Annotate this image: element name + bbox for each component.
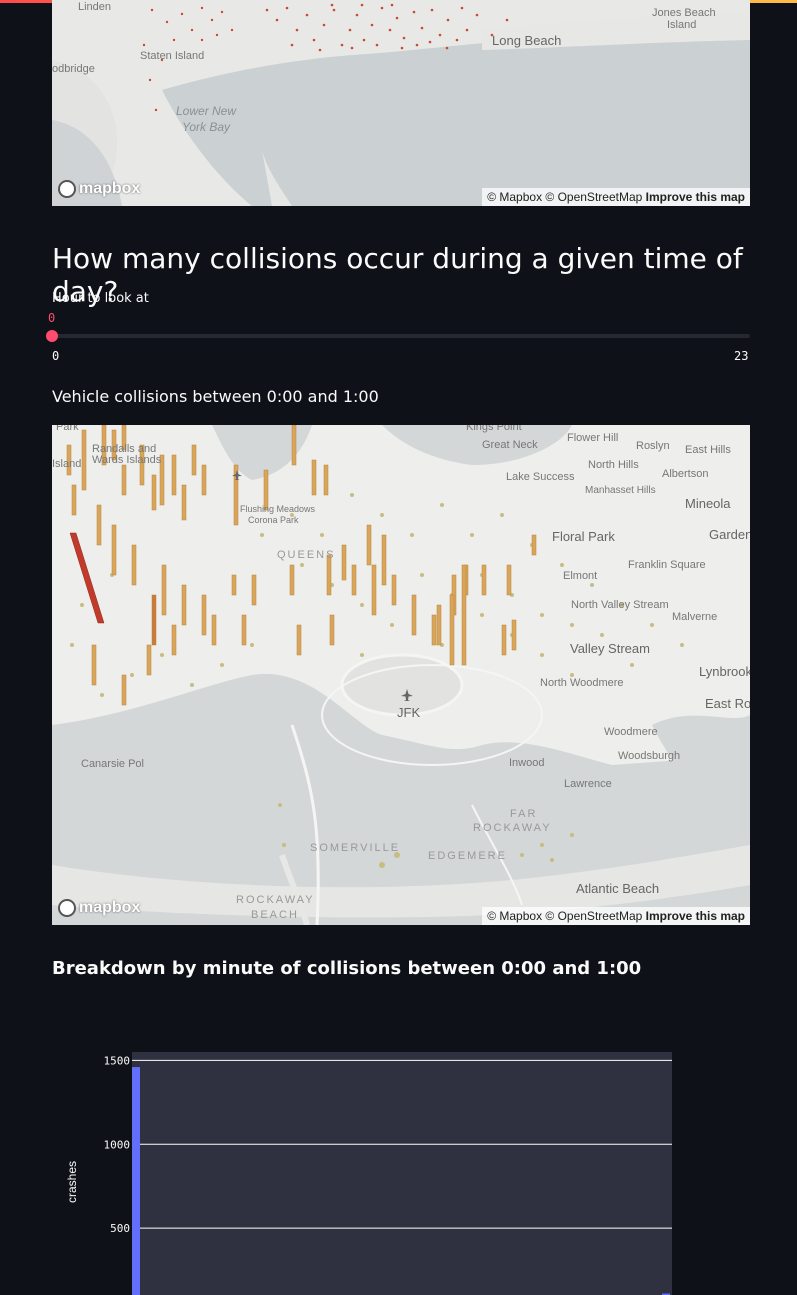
map2-label-great-neck: Great Neck	[482, 439, 538, 451]
y-tick-label: 500	[110, 1222, 130, 1235]
map2-label-east-rockaway: East Ro	[705, 696, 750, 711]
map2-label-far-rockaway: ROCKAWAY	[473, 822, 552, 834]
map-label-staten-island: Staten Island	[140, 50, 205, 62]
map2-label-wards: Wards Islands	[92, 454, 162, 466]
map2-label-valley-stream: Valley Stream	[570, 641, 650, 656]
map2-label-floral-park: Floral Park	[552, 529, 615, 544]
y-tick-label: 1000	[104, 1138, 131, 1151]
map2-label-garden: Garden	[709, 527, 750, 542]
map2-label-roslyn: Roslyn	[636, 440, 670, 452]
map-label-york-bay: York Bay	[182, 120, 231, 134]
map2-label-kings-point: Kings Point	[466, 425, 522, 433]
slider-label: Hour to look at	[52, 291, 149, 306]
map2-label-elmont: Elmont	[563, 570, 598, 582]
map2-label-rockaway: ROCKAWAY	[236, 894, 315, 906]
map2-label-atlantic-beach: Atlantic Beach	[576, 881, 660, 896]
map2-label-flower-hill: Flower Hill	[567, 432, 619, 444]
map2-label-nvs: North Valley Stream	[571, 599, 669, 611]
map-label-jones-beach: Jones Beach	[652, 7, 716, 19]
mapbox-logo[interactable]: mapbox	[58, 180, 140, 198]
hour-slider-thumb[interactable]	[46, 330, 58, 342]
section-title: How many collisions occur during a given…	[52, 242, 743, 308]
map2-label-island: Island	[52, 458, 82, 470]
slider-current-value: 0	[48, 311, 56, 325]
map2-label-flushing-2: Corona Park	[248, 515, 299, 525]
minute-breakdown-chart[interactable]: 500 1000 1500 crashes	[60, 1040, 700, 1295]
attribution-link-2[interactable]: © Mapbox © OpenStreetMap	[487, 909, 642, 923]
map-label-linden: Linden	[78, 1, 112, 13]
map-label-island: Island	[667, 19, 697, 31]
bar[interactable]	[132, 1067, 140, 1295]
map-top-canvas	[52, 0, 750, 206]
map2-label-queens: QUEENS	[277, 549, 336, 561]
map-label-long-beach: Long Beach	[492, 33, 562, 48]
map2-label-jfk: JFK	[397, 705, 421, 720]
map2-label-east-hills: East Hills	[685, 444, 731, 456]
map-3d-canvas	[52, 425, 750, 925]
collision-map-top[interactable]: Linden Staten Island odbridge Lower New …	[52, 0, 750, 206]
map2-label-canarsie: Canarsie Pol	[81, 758, 144, 770]
breakdown-title: Breakdown by minute of collisions betwee…	[52, 958, 642, 979]
y-axis-label: crashes	[65, 1161, 79, 1203]
map2-label-malverne: Malverne	[672, 611, 718, 623]
map2-label-far: FAR	[510, 808, 538, 820]
slider-max-label: 23	[734, 349, 749, 363]
map2-label-somerville: SOMERVILLE	[310, 842, 401, 854]
improve-map-link-2[interactable]: Improve this map	[646, 909, 745, 923]
map2-label-mineola: Mineola	[685, 496, 731, 511]
map2-label-woodmere: Woodmere	[604, 726, 658, 738]
map2-label-franklin-square: Franklin Square	[628, 559, 706, 571]
map2-label-lake-success: Lake Success	[506, 471, 575, 483]
map2-label-lawrence: Lawrence	[564, 778, 612, 790]
map2-label-manhasset-hills: Manhasset Hills	[585, 485, 656, 496]
map-label-lower-new: Lower New	[176, 104, 237, 118]
map2-label-albertson: Albertson	[662, 468, 709, 480]
mapbox-icon-2	[58, 899, 76, 917]
map2-label-lynbrook: Lynbrook	[699, 664, 750, 679]
map2-subheader: Vehicle collisions between 0:00 and 1:00	[52, 387, 379, 406]
map2-label-beach: BEACH	[251, 909, 299, 921]
collision-map-3d[interactable]: Kings Point Great Neck Flower Hill Rosly…	[52, 425, 750, 925]
map2-label-woodsburgh: Woodsburgh	[618, 750, 681, 762]
attribution-link[interactable]: © Mapbox © OpenStreetMap	[487, 190, 642, 204]
map-attribution: © Mapbox © OpenStreetMap Improve this ma…	[482, 188, 750, 206]
map2-attribution: © Mapbox © OpenStreetMap Improve this ma…	[482, 907, 750, 925]
map2-label-inwood: Inwood	[509, 757, 545, 769]
improve-map-link[interactable]: Improve this map	[646, 190, 745, 204]
map2-label-north-woodmere: North Woodmere	[540, 677, 624, 689]
plot-area	[132, 1052, 672, 1295]
slider-min-label: 0	[52, 349, 60, 363]
map2-label-park: Park	[56, 425, 79, 433]
map2-label-edgemere: EDGEMERE	[428, 850, 507, 862]
y-tick-label: 1500	[104, 1054, 131, 1067]
mapbox-icon	[58, 180, 76, 198]
hour-slider-track[interactable]	[52, 334, 750, 338]
map-label-woodbridge: odbridge	[52, 63, 95, 75]
mapbox-logo-2[interactable]: mapbox	[58, 899, 140, 917]
map2-label-flushing-1: Flushing Meadows	[240, 504, 316, 514]
map2-label-north-hills: North Hills	[588, 459, 639, 471]
